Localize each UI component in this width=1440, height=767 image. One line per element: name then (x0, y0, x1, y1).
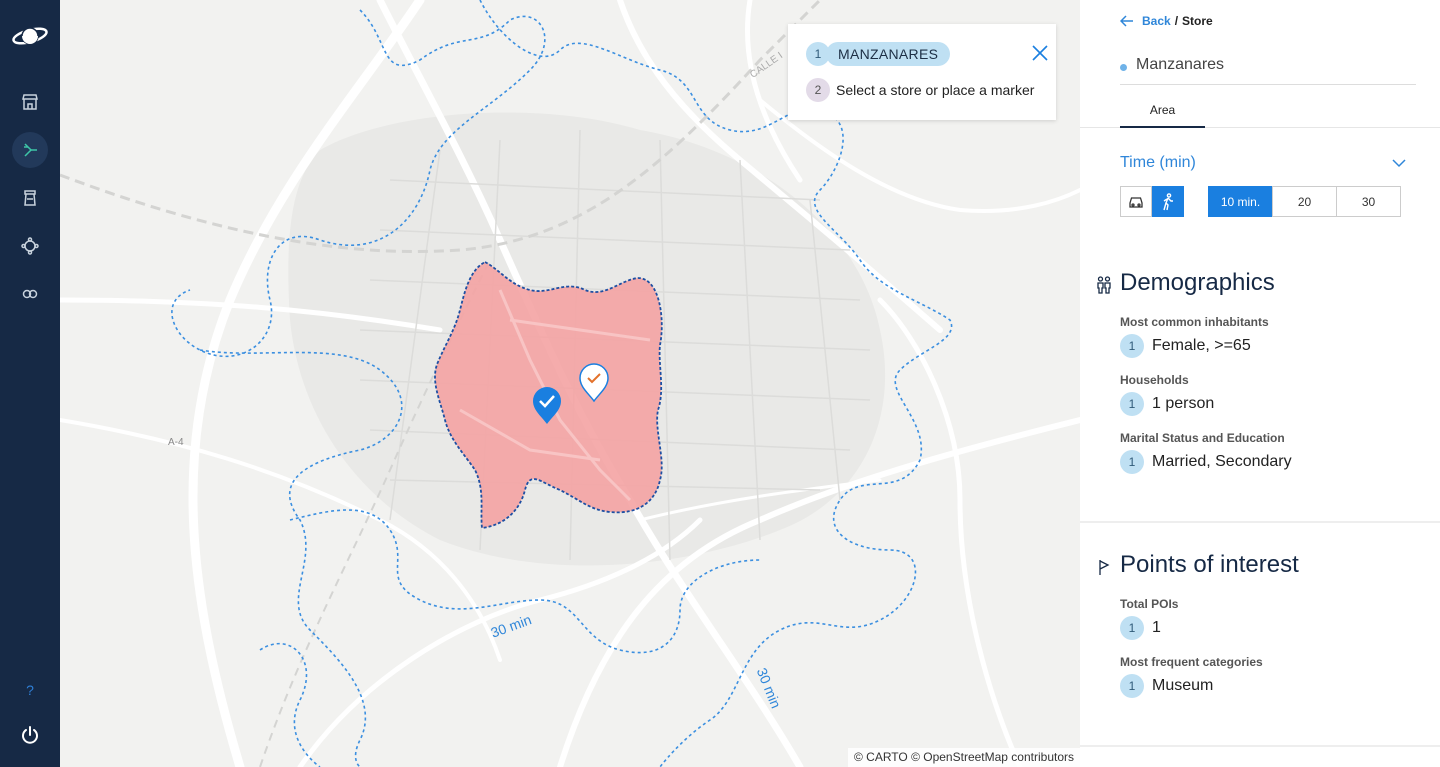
back-arrow-icon[interactable] (1120, 14, 1134, 28)
selected-store-chip[interactable]: MANZANARES (826, 42, 951, 66)
power-icon[interactable] (20, 725, 40, 745)
breadcrumb: Back / Store (1120, 14, 1213, 28)
rank-badge: 1 (1120, 392, 1144, 416)
selected-store-marker-icon[interactable] (531, 386, 563, 426)
stat-row: 1 1 (1120, 616, 1161, 640)
close-icon[interactable] (1032, 45, 1048, 61)
rank-badge: 1 (1120, 616, 1144, 640)
store-name: Manzanares (1136, 56, 1225, 73)
travel-mode-group (1120, 186, 1184, 217)
time-selector-header[interactable]: Time (min) (1120, 154, 1406, 172)
store-dot-icon (1120, 64, 1127, 71)
stat-row: 1 Museum (1120, 674, 1213, 698)
people-icon (1097, 276, 1111, 294)
minutes-10-button[interactable]: 10 min. (1208, 186, 1273, 217)
stat-row: 1 1 person (1120, 392, 1214, 416)
section-divider (1080, 521, 1440, 523)
time-label: Time (min) (1120, 154, 1196, 171)
tab-area[interactable]: Area (1120, 98, 1205, 128)
detail-panel: Back / Store Manzanares Area Time (min) (1080, 0, 1440, 767)
stat-label: Marital Status and Education (1120, 431, 1285, 445)
map-attribution: © CARTO © OpenStreetMap contributors (848, 748, 1080, 767)
section-divider (1080, 745, 1440, 747)
tower-icon[interactable] (12, 180, 48, 216)
store-name-field[interactable]: Manzanares (1120, 56, 1416, 85)
flag-icon (1099, 560, 1110, 575)
breadcrumb-current: Store (1182, 14, 1213, 28)
rank-badge: 1 (1120, 674, 1144, 698)
breadcrumb-separator: / (1174, 14, 1179, 28)
step-2: 2 Select a store or place a marker (806, 78, 1034, 102)
walk-icon[interactable] (1152, 186, 1184, 217)
poi-title: Points of interest (1120, 551, 1299, 578)
road-label: A-4 (168, 437, 184, 448)
stat-value: 1 person (1152, 395, 1215, 412)
stat-label: Most common inhabitants (1120, 315, 1269, 329)
stat-value: Female, >=65 (1152, 337, 1251, 354)
stat-label: Total POIs (1120, 597, 1179, 611)
demographics-title: Demographics (1120, 269, 1275, 296)
minutes-30-button[interactable]: 30 (1336, 186, 1401, 217)
route-icon[interactable] (12, 132, 48, 168)
rank-badge: 1 (1120, 334, 1144, 358)
minutes-group: 10 min. 20 30 (1208, 186, 1401, 217)
candidate-marker-icon[interactable] (578, 363, 610, 403)
stat-row: 1 Married, Secondary (1120, 450, 1292, 474)
stores-icon[interactable] (12, 84, 48, 120)
stat-row: 1 Female, >=65 (1120, 334, 1251, 358)
network-icon[interactable] (12, 228, 48, 264)
stat-label: Households (1120, 373, 1189, 387)
rank-badge: 1 (1120, 450, 1144, 474)
app-root: ? 30 min 30 min A-4 CALLE I © CARTO © Op… (0, 0, 1440, 767)
step-number: 2 (806, 78, 830, 102)
tab-bar: Area (1080, 98, 1440, 128)
stat-value: 1 (1152, 619, 1161, 636)
chevron-down-icon[interactable] (1392, 158, 1406, 168)
back-link[interactable]: Back (1142, 14, 1171, 28)
sidebar: ? (0, 0, 60, 767)
stat-label: Most frequent categories (1120, 655, 1263, 669)
step-2-instruction: Select a store or place a marker (836, 82, 1035, 98)
steps-card: 1 MANZANARES 2 Select a store or place a… (788, 24, 1056, 120)
infinity-icon[interactable] (12, 276, 48, 312)
minutes-20-button[interactable]: 20 (1272, 186, 1337, 217)
car-icon[interactable] (1120, 186, 1152, 217)
stat-value: Museum (1152, 677, 1214, 694)
planet-logo-icon[interactable] (12, 20, 48, 52)
map-canvas[interactable]: 30 min 30 min A-4 CALLE I © CARTO © Open… (60, 0, 1080, 767)
help-button[interactable]: ? (0, 682, 60, 698)
step-1: 1 MANZANARES (806, 42, 951, 66)
stat-value: Married, Secondary (1152, 453, 1292, 470)
